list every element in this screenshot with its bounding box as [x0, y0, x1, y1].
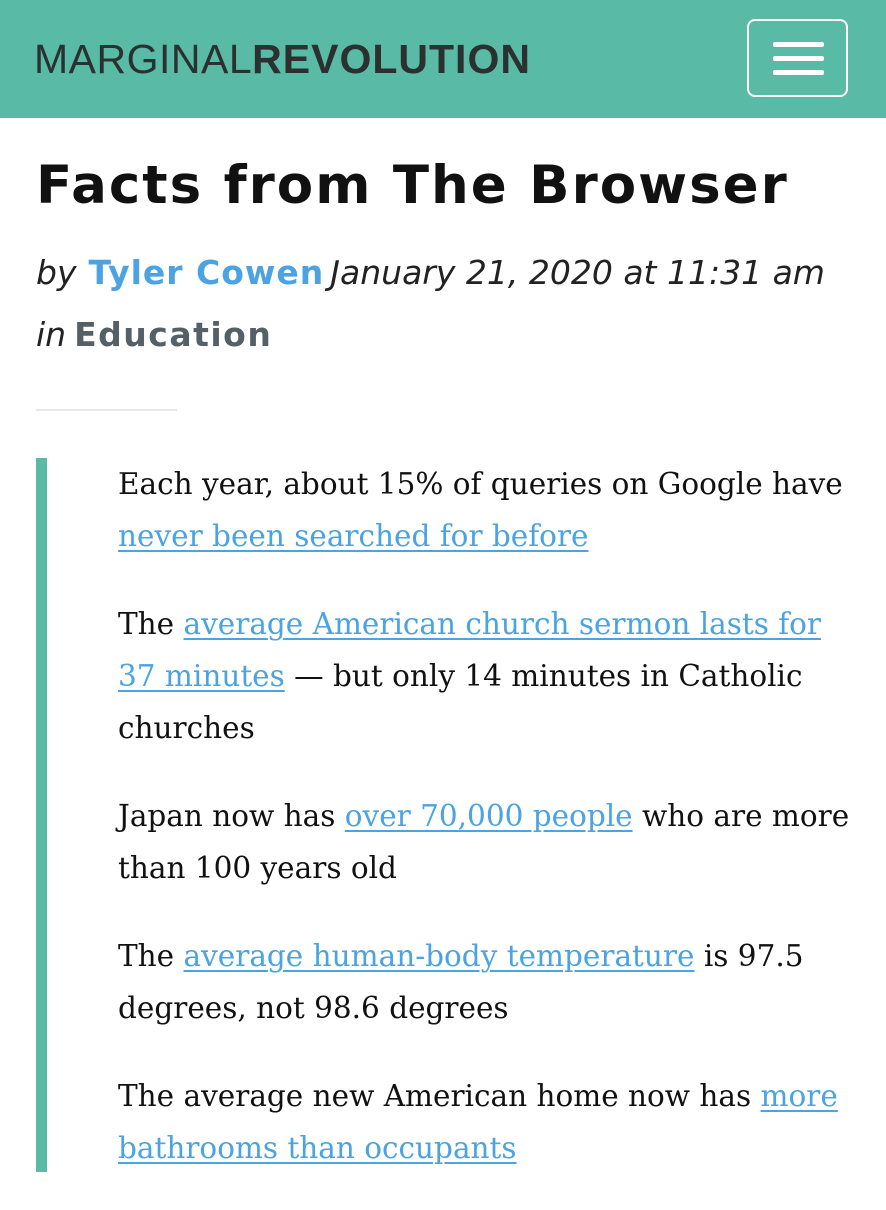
post-date: January 21, 2020 at 11:31 am: [330, 253, 825, 292]
paragraph-text: The: [118, 939, 184, 973]
paragraph-text: The: [118, 607, 184, 641]
quote-paragraph: The average new American home now has mo…: [118, 1070, 858, 1174]
menu-bar-bottom: [773, 70, 824, 75]
site-header: MARGINALREVOLUTION: [0, 0, 886, 118]
fact-link-centenarians[interactable]: over 70,000 people: [345, 799, 633, 833]
byline-prefix: by: [36, 253, 77, 292]
logo-text-light: MARGINAL: [34, 36, 253, 82]
menu-bar-top: [773, 42, 824, 47]
quote-paragraph: The average American church sermon lasts…: [118, 598, 858, 754]
paragraph-text: The average new American home now has: [118, 1079, 761, 1113]
fact-link-body-temperature[interactable]: average human-body temperature: [184, 939, 695, 973]
quote-paragraph: Each year, about 15% of queries on Googl…: [118, 458, 858, 562]
meta-divider: [36, 409, 177, 411]
paragraph-text: Each year, about 15% of queries on Googl…: [118, 467, 843, 501]
author-link[interactable]: Tyler Cowen: [88, 253, 324, 292]
post-meta: by Tyler Cowen January 21, 2020 at 11:31 a…: [36, 242, 836, 366]
post-title: Facts from The Browser: [36, 155, 789, 216]
logo-text-bold: REVOLUTION: [252, 36, 531, 82]
menu-button[interactable]: [747, 19, 848, 97]
category-prefix: in: [36, 315, 67, 354]
menu-bar-middle: [773, 56, 824, 61]
blockquote: Each year, about 15% of queries on Googl…: [118, 458, 858, 1210]
site-logo[interactable]: MARGINALREVOLUTION: [34, 36, 531, 82]
category-link[interactable]: Education: [74, 315, 272, 354]
blockquote-bar: [36, 458, 47, 1172]
quote-paragraph: The average human-body temperature is 97…: [118, 930, 858, 1034]
paragraph-text: Japan now has: [118, 799, 345, 833]
quote-paragraph: Japan now has over 70,000 people who are…: [118, 790, 858, 894]
fact-link-new-queries[interactable]: never been searched for before: [118, 519, 589, 553]
